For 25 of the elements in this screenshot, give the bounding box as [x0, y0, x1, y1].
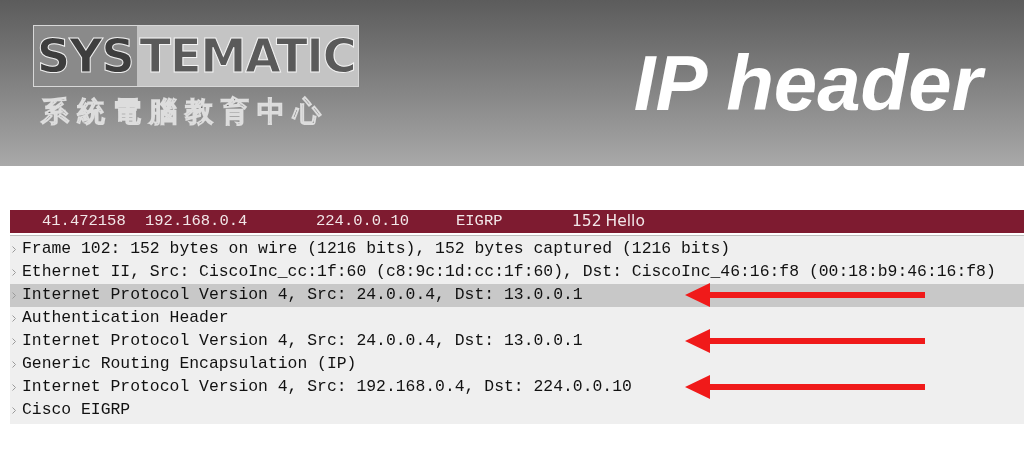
- logo-wordmark: SYSTEMATIC: [33, 25, 360, 87]
- detail-text: Frame 102: 152 bytes on wire (1216 bits), 152 bytes captured (1216 bits): [22, 238, 731, 261]
- expand-chevron-icon[interactable]: [12, 315, 16, 322]
- packet-time: 41.472158: [42, 210, 127, 232]
- detail-text: Internet Protocol Version 4, Src: 24.0.0.4, Dst: 13.0.0.1: [22, 284, 583, 307]
- packet-source: 192.168.0.4: [145, 210, 249, 232]
- packet-info: Hello: [605, 210, 645, 232]
- expand-chevron-icon[interactable]: [12, 384, 16, 391]
- expand-chevron-icon[interactable]: [12, 292, 16, 299]
- expand-chevron-icon[interactable]: [12, 269, 16, 276]
- detail-text: Generic Routing Encapsulation (IP): [22, 353, 357, 376]
- packet-length: 152: [572, 210, 602, 232]
- packet-destination: 224.0.0.10: [316, 210, 410, 232]
- expand-chevron-icon[interactable]: [12, 407, 16, 414]
- logo-subtitle: 系統電腦教育中心: [40, 95, 330, 129]
- detail-row[interactable]: Internet Protocol Version 4, Src: 24.0.0.4, Dst: 13.0.0.1: [10, 284, 1024, 307]
- expand-chevron-icon[interactable]: [12, 338, 16, 345]
- detail-text: Authentication Header: [22, 307, 229, 330]
- detail-text: Internet Protocol Version 4, Src: 192.168.0.4, Dst: 224.0.0.10: [22, 376, 632, 399]
- expand-chevron-icon[interactable]: [12, 361, 16, 368]
- expand-chevron-icon[interactable]: [12, 246, 16, 253]
- packet-row[interactable]: 41.472158 192.168.0.4 224.0.0.10 EIGRP 152 Hello: [10, 210, 1024, 233]
- packet-protocol: EIGRP: [456, 210, 504, 232]
- detail-text: Cisco EIGRP: [22, 399, 131, 422]
- detail-text: Internet Protocol Version 4, Src: 24.0.0.4, Dst: 13.0.0.1: [22, 330, 583, 353]
